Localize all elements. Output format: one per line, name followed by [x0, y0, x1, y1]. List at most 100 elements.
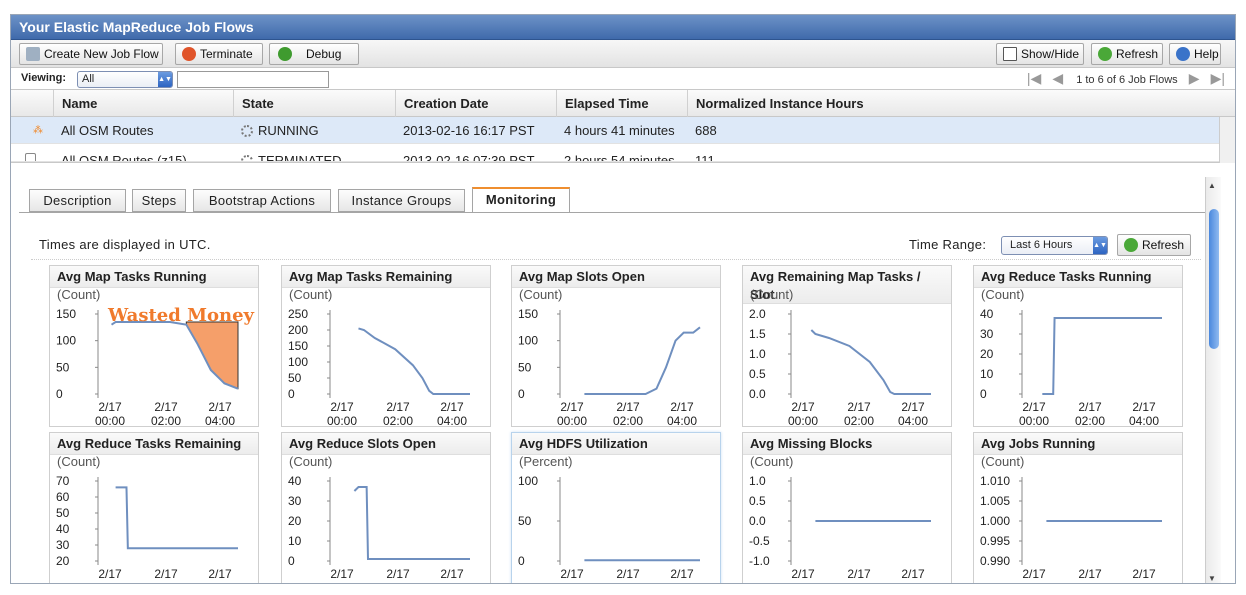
- create-job-flow-button[interactable]: Create New Job Flow: [19, 43, 163, 65]
- x-tick-label: 2/17: [670, 400, 694, 414]
- x-tick-label: 02:00: [844, 581, 874, 584]
- x-tick-label: 00:00: [1019, 414, 1049, 427]
- y-tick-label: 100: [518, 474, 538, 488]
- x-tick-label: 2/17: [208, 567, 232, 581]
- chart-avg-map-slots-open[interactable]: Avg Map Slots Open (Count) 150 100 50 0 2/17 0…: [511, 265, 721, 427]
- columns-icon: [1003, 47, 1017, 61]
- help-button[interactable]: Help: [1169, 43, 1221, 65]
- column-header-instance-hours[interactable]: Normalized Instance Hours: [687, 90, 1217, 117]
- x-tick-label: 02:00: [383, 414, 413, 427]
- window-title: Your Elastic MapReduce Job Flows: [11, 15, 1235, 40]
- scroll-up-icon[interactable]: ▲: [1208, 181, 1216, 190]
- chart-avg-hdfs-utilization[interactable]: Avg HDFS Utilization (Percent) 100 50 0 2/17…: [511, 432, 721, 584]
- terminate-button[interactable]: Terminate: [175, 43, 263, 65]
- x-tick-label: 2/17: [330, 567, 354, 581]
- job-flow-table: Name State Creation Date Elapsed Time No…: [11, 90, 1235, 163]
- chart-avg-reduce-slots-open[interactable]: Avg Reduce Slots Open (Count) 40 30 20 10 0 2/…: [281, 432, 491, 583]
- chart-avg-missing-blocks[interactable]: Avg Missing Blocks (Count) 1.0 0.5 0.0 -0.5-…: [742, 432, 952, 584]
- row-state: RUNNING: [233, 117, 319, 144]
- table-row[interactable]: ⁂ All OSM Routes RUNNING 2013-02-16 16:1…: [11, 117, 1235, 144]
- x-tick-label: 2/17: [901, 400, 925, 414]
- separator: [31, 259, 1201, 260]
- tab-description[interactable]: Description: [29, 189, 126, 212]
- x-tick-label: 00:00: [788, 581, 818, 584]
- y-tick-label: 10: [288, 534, 302, 548]
- y-tick-label: 1.0: [749, 347, 766, 361]
- filter-input[interactable]: [177, 71, 329, 88]
- chart-plot: 40 30 20 10 0 2/17 2/17 2/17: [288, 474, 470, 581]
- table-row[interactable]: All OSM Routes (z15) TERMINATED 2013-02-…: [11, 144, 1235, 162]
- x-tick-label: 2/17: [560, 567, 584, 581]
- y-tick-label: 1.010: [980, 474, 1010, 488]
- series-line: [353, 486, 470, 560]
- chart-avg-reduce-tasks-remaining[interactable]: Avg Reduce Tasks Remaining (Count) 70 60 50…: [49, 432, 259, 583]
- debug-button[interactable]: Debug: [269, 43, 359, 65]
- chart-avg-jobs-running[interactable]: Avg Jobs Running (Count) 1.010 1.005 1.000 0…: [973, 432, 1183, 583]
- y-tick-label: 150: [518, 307, 538, 321]
- chart-avg-map-tasks-running[interactable]: Avg Map Tasks Running (Count) 150 100 50 0 2/…: [49, 265, 259, 427]
- debug-label: Debug: [306, 47, 342, 61]
- row-state: TERMINATED: [233, 147, 342, 162]
- x-tick-label: 2/17: [154, 400, 178, 414]
- y-tick-label: 0: [518, 554, 525, 568]
- scroll-down-icon[interactable]: ▼: [1208, 574, 1216, 583]
- column-header-state[interactable]: State: [233, 90, 395, 117]
- time-range-label: Time Range:: [909, 237, 987, 252]
- details-panel: Description Steps Bootstrap Actions Inst…: [11, 177, 1221, 584]
- chart-avg-map-tasks-remaining[interactable]: Avg Map Tasks Remaining (Count) 250 200 150…: [281, 265, 491, 427]
- x-tick-label: 2/17: [440, 567, 464, 581]
- column-header-name[interactable]: Name: [53, 90, 233, 117]
- x-tick-label: 02:00: [613, 414, 643, 427]
- x-tick-label: 2/17: [791, 567, 815, 581]
- x-tick-label: 2/17: [208, 400, 232, 414]
- running-indicator-icon: ⁂: [33, 125, 43, 136]
- tab-instance-groups[interactable]: Instance Groups: [338, 189, 465, 212]
- x-tick-label: 04:00: [667, 414, 697, 427]
- y-tick-label: 100: [518, 334, 538, 348]
- chart-avg-remaining-map-tasks-slot[interactable]: Avg Remaining Map Tasks / Slot (Count) 2.…: [742, 265, 952, 427]
- monitoring-refresh-button[interactable]: Refresh: [1117, 234, 1191, 256]
- y-tick-label: 0: [288, 387, 295, 401]
- y-tick-label: 30: [288, 494, 302, 508]
- x-tick-label: 04:00: [667, 581, 697, 584]
- row-elapsed: 2 hours 54 minutes: [564, 153, 675, 162]
- row-state-text: TERMINATED: [258, 153, 342, 162]
- y-tick-label: 0: [56, 387, 63, 401]
- table-scrollbar[interactable]: [1219, 117, 1235, 163]
- y-tick-label: 0.990: [980, 554, 1010, 568]
- panel-scrollbar[interactable]: ▲ ▼: [1205, 177, 1221, 583]
- x-tick-label: 2/17: [98, 567, 122, 581]
- scroll-thumb[interactable]: [1209, 209, 1219, 349]
- row-checkbox[interactable]: [25, 153, 36, 161]
- tab-monitoring[interactable]: Monitoring: [472, 187, 570, 213]
- chart-plot: 1.00.50.0-0.5-1.02/1700:002/1702:002/170…: [749, 474, 931, 584]
- x-tick-label: 00:00: [557, 414, 587, 427]
- y-tick-label: 20: [56, 554, 70, 568]
- x-tick-label: 2/17: [560, 400, 584, 414]
- help-icon: [1176, 47, 1190, 61]
- series-line: [115, 486, 238, 550]
- terminate-label: Terminate: [200, 47, 253, 61]
- y-tick-label: 50: [518, 514, 532, 528]
- viewing-select[interactable]: All ▲▼: [77, 71, 173, 88]
- x-tick-label: 04:00: [437, 414, 467, 427]
- y-tick-label: -0.5: [749, 534, 770, 548]
- first-page-icon[interactable]: |◀: [1027, 70, 1041, 86]
- prev-page-icon[interactable]: ◀: [1052, 70, 1063, 86]
- gear-icon: [241, 155, 253, 161]
- tab-bootstrap-actions[interactable]: Bootstrap Actions: [193, 189, 331, 212]
- next-page-icon[interactable]: ▶: [1189, 70, 1200, 86]
- column-header-elapsed-time[interactable]: Elapsed Time: [556, 90, 687, 117]
- show-hide-button[interactable]: Show/Hide: [996, 43, 1084, 65]
- x-tick-label: 2/17: [1078, 400, 1102, 414]
- column-header-creation-date[interactable]: Creation Date: [395, 90, 556, 117]
- y-tick-label: 60: [56, 490, 70, 504]
- chart-avg-reduce-tasks-running[interactable]: Avg Reduce Tasks Running (Count) 40 30 20 10…: [973, 265, 1183, 427]
- last-page-icon[interactable]: ▶|: [1211, 70, 1225, 86]
- y-tick-label: 0.0: [749, 514, 766, 528]
- refresh-button[interactable]: Refresh: [1091, 43, 1163, 65]
- chart-plot: 2502001501005002/1700:002/1702:002/1704:…: [288, 307, 470, 427]
- tab-steps[interactable]: Steps: [132, 189, 186, 212]
- gear-icon: [241, 125, 253, 137]
- time-range-select[interactable]: Last 6 Hours ▲▼: [1001, 236, 1108, 255]
